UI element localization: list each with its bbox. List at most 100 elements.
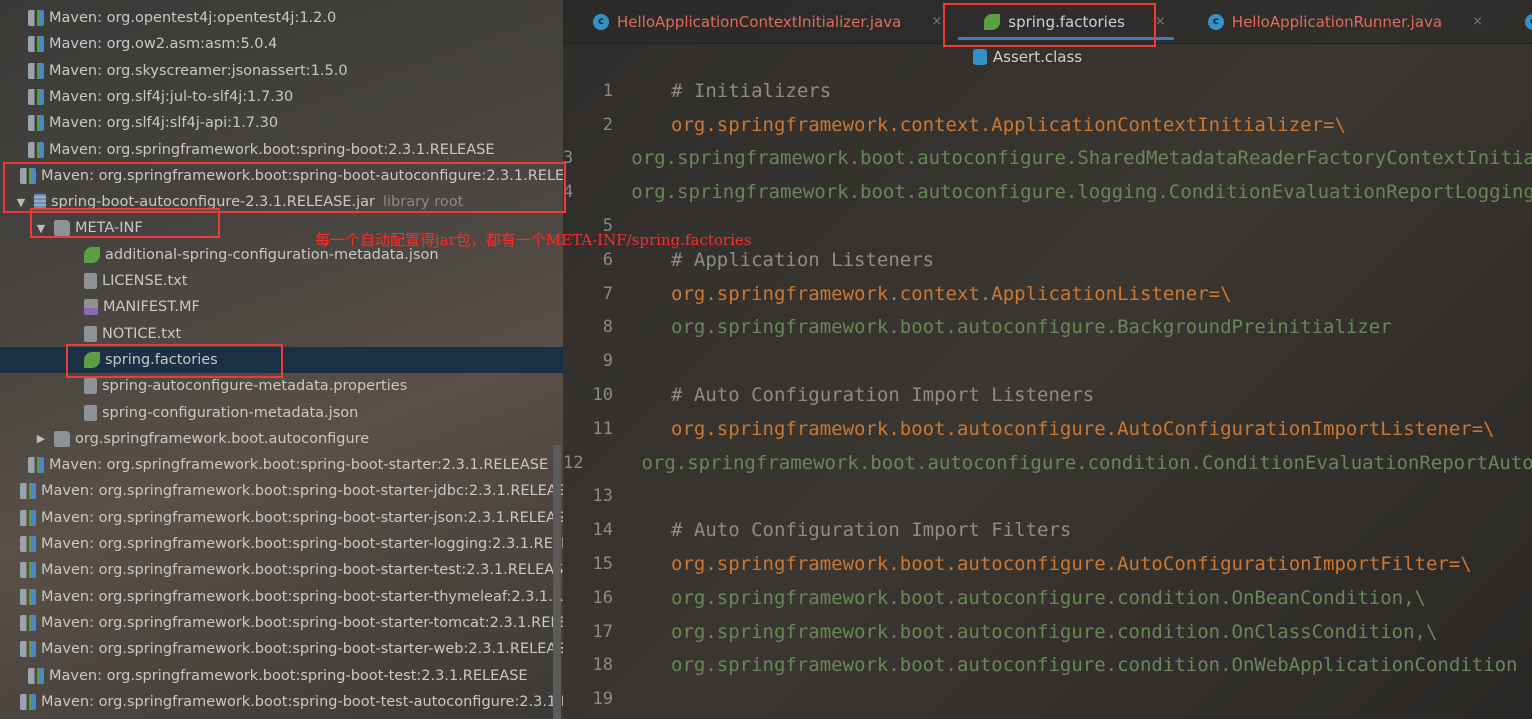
tree-item-label: Maven: org.springframework.boot:spring-b… xyxy=(49,141,495,158)
code-line: 19 xyxy=(563,682,1532,716)
code-text: org.springframework.context.ApplicationC… xyxy=(671,113,1346,136)
library-icon xyxy=(28,10,44,26)
line-number: 16 xyxy=(592,587,613,608)
code-text: org.springframework.boot.autoconfigure.l… xyxy=(631,181,1532,204)
tab-label: HelloApplicationContextInitializer.java xyxy=(617,12,902,31)
tree-item[interactable]: Maven: org.springframework.boot:spring-b… xyxy=(0,505,563,531)
text-file-icon xyxy=(84,325,97,342)
tree-item-label: Maven: org.springframework.boot:spring-b… xyxy=(41,536,563,552)
subtab-label: Assert.class xyxy=(992,48,1083,66)
editor: c HelloApplicationContextInitializer.java… xyxy=(563,0,1532,719)
tree-item[interactable]: Maven: org.springframework.boot:spring-b… xyxy=(0,452,563,478)
line-number: 13 xyxy=(592,486,613,507)
code-text: org.springframework.boot.autoconfigure.c… xyxy=(641,451,1532,474)
tree-item[interactable]: LICENSE.txt xyxy=(0,268,563,294)
code-area[interactable]: 1 # Initializers 2 org.springframework.cont… xyxy=(563,74,1532,716)
class-icon: c xyxy=(1525,13,1532,30)
tree-item[interactable]: ▶ org.springframework.boot.autoconfigure xyxy=(0,426,563,452)
highlight-box-meta-inf xyxy=(30,208,220,238)
class-icon: c xyxy=(1207,13,1224,30)
tree-item[interactable]: Maven: org.springframework.boot:spring-b… xyxy=(0,137,563,163)
library-icon xyxy=(28,115,44,132)
tree-item-label: org.springframework.boot.autoconfigure xyxy=(75,430,370,447)
highlight-box-autoconfigure-jar xyxy=(3,162,566,213)
code-text: org.springframework.boot.autoconfigure.c… xyxy=(671,586,1426,609)
tree-item[interactable]: Maven: org.opentest4j:opentest4j:1.2.0 xyxy=(0,5,563,31)
library-icon xyxy=(20,536,36,552)
code-text: org.springframework.boot.autoconfigure.B… xyxy=(671,316,1392,339)
tree-item[interactable]: MANIFEST.MF xyxy=(0,294,563,320)
line-number: 2 xyxy=(602,114,613,135)
code-text: org.springframework.boot.autoconfigure.A… xyxy=(671,417,1495,440)
tree-item-label: spring-configuration-metadata.json xyxy=(102,404,359,421)
library-icon xyxy=(20,614,36,631)
library-icon xyxy=(28,62,44,79)
tab-assert-class[interactable]: Assert.class xyxy=(563,44,1532,70)
code-text: org.springframework.boot.autoconfigure.c… xyxy=(671,620,1438,643)
line-number: 8 xyxy=(602,317,613,338)
tree-item[interactable]: Maven: org.slf4j:jul-to-slf4j:1.7.30 xyxy=(0,84,563,110)
tree-scrollbar[interactable] xyxy=(553,445,561,719)
code-line: 2 org.springframework.context.Application… xyxy=(563,108,1532,142)
line-number: 19 xyxy=(592,689,613,710)
code-text: # Auto Configuration Import Filters xyxy=(671,519,1072,542)
tree-item[interactable]: NOTICE.txt xyxy=(0,321,563,347)
tree-item-label: Maven: org.springframework.boot:spring-b… xyxy=(49,667,528,684)
code-text: org.springframework.boot.autoconfigure.c… xyxy=(671,654,1518,677)
tree-item[interactable]: Maven: org.springframework.boot:spring-b… xyxy=(0,584,563,610)
tree-item[interactable]: spring-configuration-metadata.json xyxy=(0,400,563,426)
tree-item-label: Maven: org.springframework.boot:spring-b… xyxy=(41,483,563,500)
tree-item-label: Maven: org.springframework.boot:spring-b… xyxy=(41,614,563,631)
editor-tab[interactable]: cCl xyxy=(1495,0,1532,44)
code-line: 16 org.springframework.boot.autoconfigure… xyxy=(563,581,1532,615)
tree-item[interactable]: Maven: org.springframework.boot:spring-b… xyxy=(0,689,563,715)
class-icon: c xyxy=(593,13,609,30)
tree-item[interactable]: Maven: org.springframework.boot:spring-b… xyxy=(0,557,563,583)
library-icon xyxy=(28,141,44,158)
tree-item[interactable]: Maven: org.springframework.boot:spring-b… xyxy=(0,478,563,504)
code-line: 10 # Auto Configuration Import Listeners xyxy=(563,378,1532,412)
tree-item-label: NOTICE.txt xyxy=(102,325,182,342)
editor-tab[interactable]: c HelloApplicationContextInitializer.java… xyxy=(563,0,954,44)
close-tab-icon[interactable]: × xyxy=(1155,14,1166,29)
code-line: 13 xyxy=(563,480,1532,514)
tree-item[interactable]: Maven: org.slf4j:slf4j-api:1.7.30 xyxy=(0,110,563,136)
library-icon xyxy=(28,457,44,474)
code-text: org.springframework.context.ApplicationL… xyxy=(671,282,1232,305)
code-line: 14 # Auto Configuration Import Filters xyxy=(563,513,1532,547)
library-icon xyxy=(28,88,44,105)
code-line: 17 org.springframework.boot.autoconfigure… xyxy=(563,615,1532,649)
library-icon xyxy=(20,562,36,579)
code-line: 3 org.springframework.boot.autoconfigure.… xyxy=(563,142,1532,176)
package-icon xyxy=(54,430,70,447)
close-tab-icon[interactable]: × xyxy=(1472,14,1483,29)
tree-item[interactable]: Maven: org.springframework.boot:spring-b… xyxy=(0,636,563,662)
code-line: 12 org.springframework.boot.autoconfigure… xyxy=(563,446,1532,480)
collapse-arrow-icon[interactable]: ▶ xyxy=(34,432,48,445)
tree-item[interactable]: Maven: org.ow2.asm:asm:5.0.4 xyxy=(0,31,563,57)
json-icon xyxy=(84,404,97,421)
tree-item[interactable]: Maven: org.springframework.boot:spring-b… xyxy=(0,663,563,689)
close-tab-icon[interactable]: × xyxy=(931,14,942,29)
tree-item[interactable]: Maven: org.springframework.boot:spring-b… xyxy=(0,610,563,636)
class-icon xyxy=(972,49,987,65)
tab-label: HelloApplicationRunner.java xyxy=(1231,12,1443,31)
text-file-icon xyxy=(84,273,97,289)
library-icon xyxy=(20,588,36,605)
tree-item-label: MANIFEST.MF xyxy=(103,299,200,316)
tree-item[interactable]: Maven: org.skyscreamer:jsonassert:1.5.0 xyxy=(0,58,563,84)
line-number: 9 xyxy=(602,351,613,372)
line-number: 1 xyxy=(602,80,613,101)
tree-item-label: Maven: org.springframework.boot:spring-b… xyxy=(49,457,549,474)
tree-item-label: Maven: org.springframework.boot:spring-b… xyxy=(41,588,563,605)
tree-item[interactable]: Maven: org.springframework.boot:spring-b… xyxy=(0,531,563,557)
tree-item-label: Maven: org.opentest4j:opentest4j:1.2.0 xyxy=(49,10,337,26)
code-line: 4 org.springframework.boot.autoconfigure.… xyxy=(563,175,1532,209)
manifest-icon xyxy=(84,299,98,316)
editor-tab[interactable]: c HelloApplicationRunner.java × xyxy=(1178,0,1495,44)
tree-item-label: Maven: org.springframework.boot:spring-b… xyxy=(41,509,563,526)
highlight-box-tab xyxy=(943,3,1156,47)
code-text: org.springframework.boot.autoconfigure.A… xyxy=(671,553,1472,576)
line-number: 12 xyxy=(563,452,584,473)
library-icon xyxy=(20,641,36,658)
